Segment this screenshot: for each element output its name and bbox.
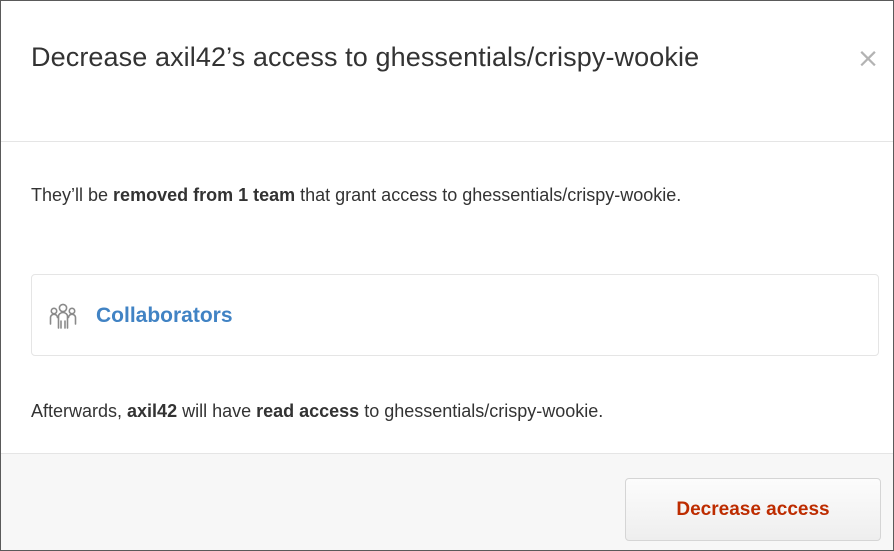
dialog-title: Decrease axil42’s access to ghessentials… (31, 42, 700, 72)
afterwards-access-level: read access (256, 401, 360, 421)
dialog-header: Decrease axil42’s access to ghessentials… (1, 1, 893, 142)
afterwards-user: axil42 (127, 401, 178, 421)
afterwards-message: Afterwards, axil42 will have read access… (31, 393, 881, 429)
removed-from-teams-message: They’ll be removed from 1 team that gran… (31, 177, 731, 213)
dialog-footer: Decrease access (1, 453, 893, 550)
decrease-access-dialog: Decrease axil42’s access to ghessentials… (0, 0, 894, 551)
close-icon: × (856, 43, 880, 74)
team-list: Collaborators (31, 274, 879, 356)
decrease-access-button[interactable]: Decrease access (625, 478, 881, 541)
team-icon (49, 303, 77, 329)
close-button[interactable]: × (853, 41, 883, 77)
removed-count: removed from 1 team (113, 185, 296, 205)
removed-suffix: that grant access to ghessentials/crispy… (295, 185, 682, 205)
afterwards-mid: will have (177, 401, 257, 421)
afterwards-suffix: to ghessentials/crispy-wookie. (359, 401, 604, 421)
afterwards-prefix: Afterwards, (31, 401, 128, 421)
removed-prefix: They’ll be (31, 185, 114, 205)
team-link-collaborators[interactable]: Collaborators (96, 302, 233, 330)
